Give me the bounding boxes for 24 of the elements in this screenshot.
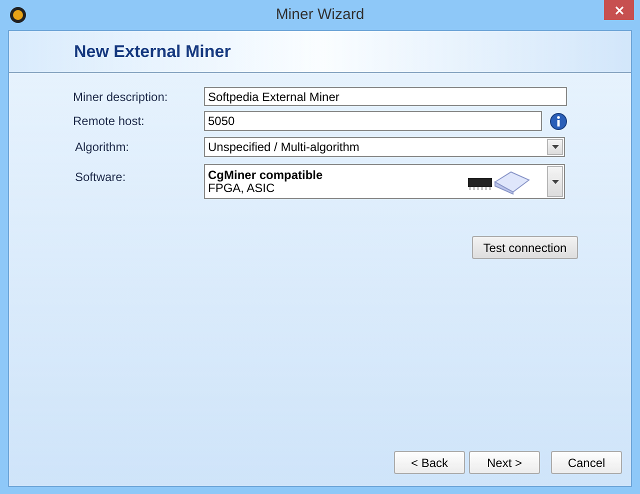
- dropdown-value: Unspecified / Multi-algorithm: [208, 139, 360, 156]
- software-dropdown[interactable]: CgMiner compatible FPGA, ASIC: [204, 164, 565, 199]
- field-label: Miner description:: [73, 88, 169, 106]
- test-connection-button[interactable]: Test connection: [472, 236, 578, 259]
- close-button[interactable]: [604, 0, 634, 20]
- field-label: Algorithm:: [74, 139, 130, 156]
- wizard-button[interactable]: Next >: [469, 451, 540, 474]
- algorithm-dropdown[interactable]: Unspecified / Multi-algorithm: [204, 137, 565, 157]
- input-field[interactable]: 5050: [204, 111, 542, 131]
- info-icon[interactable]: [550, 112, 567, 130]
- dropdown-button[interactable]: [547, 166, 563, 197]
- field-label: Software:: [74, 169, 127, 186]
- software-types: FPGA, ASIC: [208, 182, 275, 194]
- caret-icon: [552, 145, 558, 149]
- close-icon: [614, 6, 624, 14]
- page-title: New External Miner: [74, 40, 231, 63]
- field-label: Remote host:: [73, 113, 146, 130]
- input-field[interactable]: Softpedia External Miner: [204, 87, 567, 106]
- wizard-button[interactable]: < Back: [394, 451, 465, 474]
- wizard-button[interactable]: Cancel: [551, 451, 622, 474]
- caret-icon: [552, 180, 558, 184]
- software-name: CgMiner compatible: [208, 168, 324, 182]
- dropdown-button[interactable]: [547, 139, 563, 155]
- window-title: Miner Wizard: [276, 4, 364, 25]
